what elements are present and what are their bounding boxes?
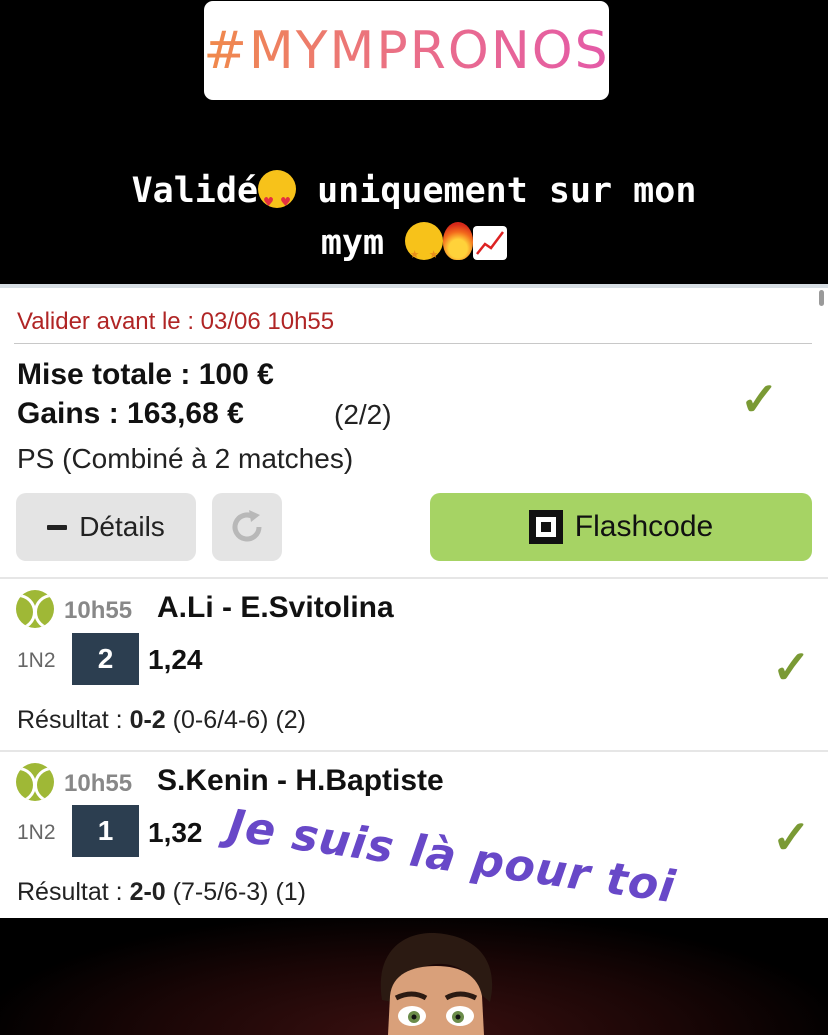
star-struck-icon bbox=[405, 222, 444, 279]
score: 0-2 bbox=[129, 706, 166, 734]
story-caption: Validé uniquement sur mon mym bbox=[30, 165, 798, 279]
refresh-button[interactable] bbox=[212, 493, 282, 561]
bet-won-check-icon: ✓ bbox=[740, 373, 779, 425]
avatar-icon bbox=[380, 933, 493, 1035]
chart-increasing-icon bbox=[473, 226, 508, 260]
selection-count: (2/2) bbox=[334, 399, 392, 430]
pick-badge: 2 bbox=[72, 633, 139, 685]
bet-market: 1N2 bbox=[17, 649, 56, 672]
hashtag-sticker: #MYMPRONOS bbox=[203, 1, 610, 100]
flashcode-button[interactable]: Flashcode bbox=[430, 493, 812, 561]
deadline-text: Valider avant le : 03/06 10h55 bbox=[17, 308, 335, 335]
match-result: Résultat : 0-2 (0-6/4-6) (2) bbox=[17, 706, 307, 734]
details-button[interactable]: Détails bbox=[16, 493, 196, 561]
match-won-check-icon: ✓ bbox=[772, 641, 811, 693]
hashtag-text: #MYMPRONOS bbox=[203, 20, 610, 81]
bet-type: PS (Combiné à 2 matches) bbox=[17, 443, 354, 474]
caption-line-1: Validé uniquement sur mon bbox=[30, 165, 798, 228]
tennis-ball-icon bbox=[16, 590, 54, 628]
refresh-icon bbox=[232, 510, 262, 542]
caption-line-1-rest: uniquement sur mon bbox=[317, 171, 697, 211]
bet-market: 1N2 bbox=[17, 821, 56, 844]
match-won-check-icon: ✓ bbox=[772, 811, 811, 863]
minus-icon bbox=[47, 524, 68, 530]
flashcode-label: Flashcode bbox=[574, 510, 714, 543]
caption-word-valide: Validé bbox=[131, 171, 259, 211]
pick-badge: 1 bbox=[72, 805, 139, 857]
divider bbox=[0, 750, 828, 752]
score: 2-0 bbox=[129, 878, 166, 906]
match-odds: 1,24 bbox=[148, 644, 203, 675]
heart-eyes-icon bbox=[258, 170, 297, 228]
total-stake: Mise totale : 100 € bbox=[17, 358, 274, 391]
match-odds: 1,32 bbox=[148, 817, 203, 848]
match-teams: A.Li - E.Svitolina bbox=[157, 591, 394, 624]
divider bbox=[14, 343, 812, 344]
match-time: 10h55 bbox=[64, 597, 133, 624]
match-result: Résultat : 2-0 (7-5/6-3) (1) bbox=[17, 878, 307, 906]
match-teams: S.Kenin - H.Baptiste bbox=[157, 764, 444, 797]
match-time: 10h55 bbox=[64, 770, 133, 797]
fire-icon bbox=[443, 222, 474, 260]
qr-code-icon bbox=[528, 510, 563, 544]
details-label: Détails bbox=[79, 511, 165, 542]
caption-word-mym: mym bbox=[320, 223, 385, 263]
caption-line-2: mym bbox=[30, 217, 798, 279]
gains-amount: Gains : 163,68 € bbox=[17, 397, 244, 430]
divider bbox=[0, 577, 828, 579]
scrollbar[interactable] bbox=[819, 290, 824, 306]
tennis-ball-icon bbox=[16, 763, 54, 801]
